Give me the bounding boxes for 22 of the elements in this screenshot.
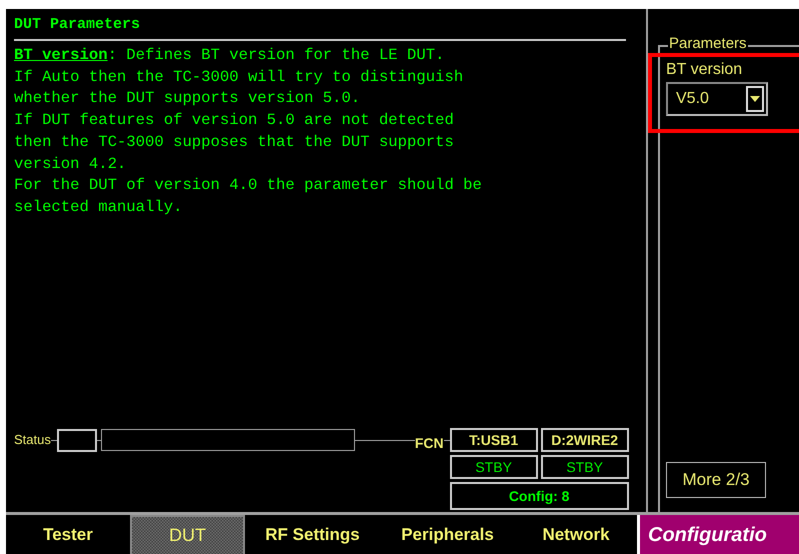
field-label: BT version [666,61,742,79]
state-indicator: STBY [450,455,538,479]
status-label: Status [14,433,51,447]
help-text-line: version 4.2. [14,154,126,175]
panel-title: DUT Parameters [14,15,140,34]
configuration-tab[interactable]: Configuratio [637,515,799,554]
help-text-line: selected manually. [14,196,182,218]
help-text-line: If DUT features of version 5.0 are not detected [14,110,454,132]
help-text-line: then the TC-3000 supposes that the DUT supports [14,132,454,153]
port-indicator: D:2WIRE2 [540,428,629,452]
bt-version-dropdown[interactable]: V5.0 [666,82,768,116]
config-indicator: Config: 8 [450,482,629,510]
port-indicator: T:USB1 [450,428,538,452]
fcn-label: FCN [414,434,444,453]
help-text-line: If Auto then the TC-3000 will try to distinguish [14,66,464,88]
state-indicator: STBY [540,455,629,479]
tab[interactable]: DUT [130,515,245,554]
help-text-line: BT version: Defines BT version for the LE DUT. [14,45,444,66]
help-text-line: For the DUT of version 4.0 the parameter should be [14,175,482,196]
more-button[interactable]: More 2/3 [666,462,766,498]
status-indicator [56,429,97,452]
help-text-line: whether the DUT supports version 5.0. [14,88,360,110]
